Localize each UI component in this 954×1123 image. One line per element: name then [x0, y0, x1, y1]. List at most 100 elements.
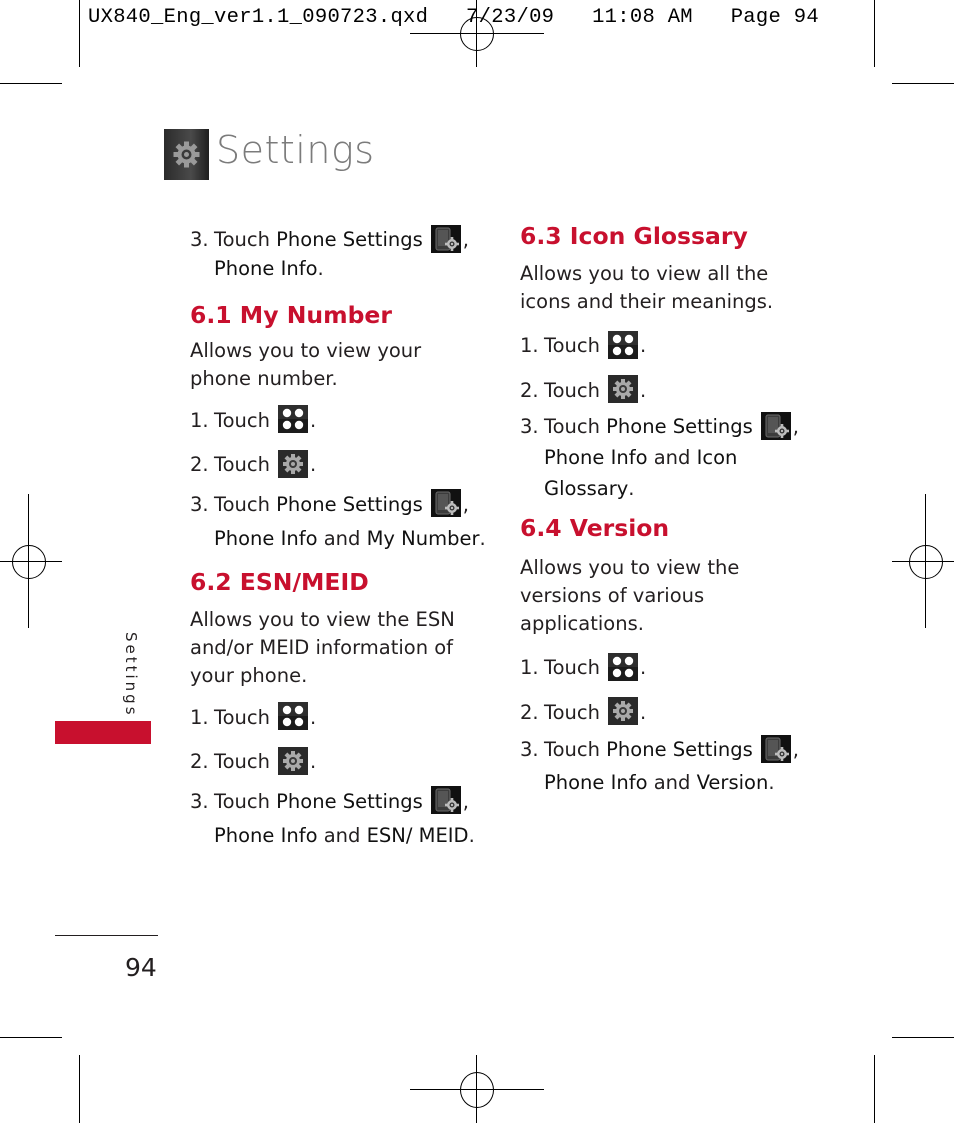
apps-icon: [608, 653, 638, 681]
step: 2. Touch.: [190, 451, 490, 480]
step-text: and: [323, 823, 361, 847]
phone-settings-icon: [431, 786, 461, 814]
apps-icon: [608, 331, 638, 359]
crop-mark: [0, 1037, 62, 1038]
punctuation: ,: [462, 789, 469, 813]
step-text: and: [323, 526, 361, 550]
step: 2. Touch.: [520, 377, 810, 406]
apps-icon: [278, 702, 308, 730]
menu-phone-info: Phone Info: [214, 256, 318, 280]
crop-mark: [0, 83, 62, 84]
punctuation: .: [309, 750, 317, 773]
step-number: 3.: [520, 738, 539, 761]
step: 1. Touch.: [190, 407, 490, 436]
punctuation: ,: [792, 738, 799, 761]
menu-phone-settings: Phone Settings: [606, 738, 753, 761]
step-text: Touch: [214, 750, 270, 773]
step-number: 2.: [520, 378, 539, 402]
punctuation: ,: [462, 492, 469, 516]
step-number: 1.: [190, 408, 209, 432]
step-number: 3.: [190, 789, 209, 813]
punctuation: .: [468, 823, 475, 847]
punctuation: .: [317, 256, 324, 280]
registration-mark: [12, 545, 46, 579]
step-text: and: [653, 446, 691, 469]
crop-mark: [79, 1055, 80, 1123]
menu-phone-settings: Phone Settings: [276, 492, 423, 516]
menu-my-number: My Number: [366, 526, 480, 550]
step-number: 1.: [520, 656, 539, 679]
section-description: Allows you to view the versions of vario…: [520, 556, 740, 635]
phone-settings-icon: [761, 412, 791, 440]
step-text: Touch: [544, 700, 600, 724]
step-number: 3.: [190, 228, 209, 251]
apps-icon: [278, 405, 308, 433]
step-number: 3.: [190, 492, 209, 516]
crop-mark: [874, 0, 875, 67]
step: 2. Touch.: [520, 699, 810, 728]
menu-version: Version: [696, 771, 769, 794]
section-description: Allows you to view all the icons and the…: [520, 262, 774, 313]
step: 3. Touch Phone Settings, Phone Info and E…: [190, 785, 490, 853]
page-title: Settings: [216, 128, 375, 172]
punctuation: .: [309, 705, 317, 729]
step-text: and: [653, 771, 691, 794]
step: 3. Touch Phone Settings, Phone Info and I…: [520, 411, 810, 504]
crop-mark: [874, 1055, 875, 1123]
menu-phone-settings: Phone Settings: [606, 415, 753, 438]
step: 3. Touch Phone Settings, Phone Info and V…: [520, 733, 810, 799]
step-text: Touch: [214, 789, 270, 813]
step-text: Touch: [544, 656, 600, 679]
left-column: 3. Touch Phone Settings, Phone Info. 6.1…: [190, 226, 490, 853]
step-number: 3.: [520, 415, 539, 438]
phone-settings-icon: [761, 735, 791, 763]
section-tab-label: Settings: [122, 632, 140, 718]
step-text: Touch: [544, 334, 600, 357]
menu-esn-meid: ESN/ MEID: [366, 823, 469, 847]
menu-phone-settings: Phone Settings: [276, 789, 423, 813]
settings-gear-icon: [278, 747, 308, 775]
step-text: Touch: [544, 738, 600, 761]
step: 1. Touch.: [520, 332, 810, 361]
step-text: Touch: [214, 408, 270, 432]
menu-phone-info: Phone Info: [214, 823, 318, 847]
step-text: Touch: [214, 492, 270, 516]
step: 3. Touch Phone Settings, Phone Info and M…: [190, 488, 490, 556]
punctuation: .: [639, 700, 647, 724]
punctuation: ,: [462, 228, 469, 251]
menu-phone-info: Phone Info: [544, 446, 648, 469]
settings-gear-icon: [164, 129, 209, 180]
section-description: Allows you to view your phone number.: [190, 338, 422, 390]
punctuation: .: [639, 378, 647, 402]
punctuation: .: [479, 526, 486, 550]
crop-mark: [892, 1037, 954, 1038]
page-number: 94: [125, 953, 157, 982]
phone-settings-icon: [431, 225, 461, 253]
step: 2. Touch.: [190, 748, 490, 777]
punctuation: .: [628, 477, 635, 500]
step-text: Touch: [214, 705, 270, 729]
section-heading-version: 6.4 Version: [520, 514, 670, 542]
menu-phone-info: Phone Info: [214, 526, 318, 550]
footer-rule: [55, 935, 158, 936]
crop-mark: [892, 83, 954, 84]
punctuation: .: [309, 453, 317, 476]
step-text: Touch: [214, 228, 270, 251]
registration-mark: [460, 1072, 494, 1108]
step-text: Touch: [544, 378, 600, 402]
settings-gear-icon: [608, 375, 638, 403]
step-number: 2.: [520, 700, 539, 724]
step-number: 1.: [190, 705, 209, 729]
punctuation: ,: [792, 415, 799, 438]
settings-gear-icon: [278, 450, 308, 478]
menu-phone-settings: Phone Settings: [276, 228, 423, 251]
registration-mark: [909, 545, 943, 579]
section-heading-icon-glossary: 6.3 Icon Glossary: [520, 222, 748, 250]
step: 1. Touch.: [520, 654, 810, 683]
punctuation: .: [639, 656, 647, 679]
step-number: 2.: [190, 453, 209, 476]
right-column: 6.3 Icon Glossary Allows you to view all…: [520, 222, 810, 799]
step-text: Touch: [214, 453, 270, 476]
crop-mark: [79, 0, 80, 67]
print-slug: UX840_Eng_ver1.1_090723.qxd 7/23/09 11:0…: [88, 6, 819, 29]
